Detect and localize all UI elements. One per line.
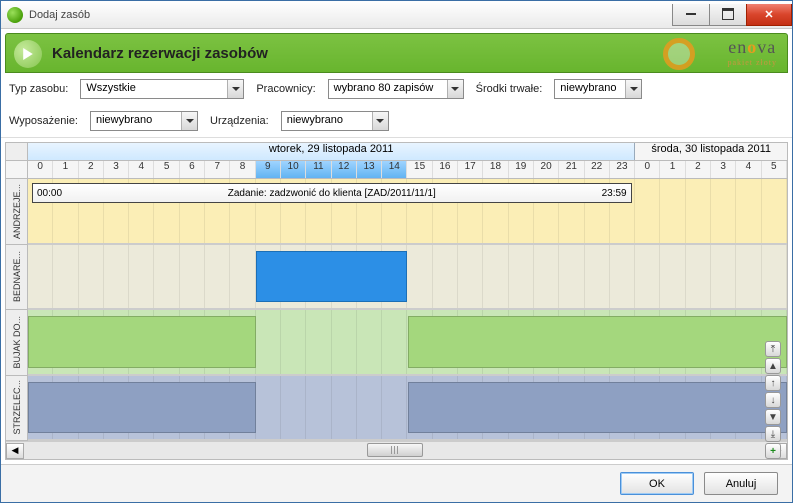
hour-cell[interactable]: 13 <box>357 161 382 178</box>
reservation-block[interactable] <box>256 251 408 303</box>
filter-bar: Typ zasobu: Wszystkie Pracownicy: wybran… <box>1 73 792 138</box>
add-button[interactable]: + <box>765 443 781 459</box>
day-header: wtorek, 29 listopada 2011 środa, 30 list… <box>6 143 787 161</box>
day2-label[interactable]: środa, 30 listopada 2011 <box>635 143 787 160</box>
reservation-block[interactable] <box>28 316 256 368</box>
hour-cell[interactable]: 22 <box>585 161 610 178</box>
calendar-row[interactable] <box>28 245 787 311</box>
close-button[interactable] <box>746 4 792 26</box>
hour-cell[interactable]: 20 <box>534 161 559 178</box>
h-scrollbar[interactable]: ◀ ▶ <box>6 441 787 459</box>
hour-cell[interactable]: 16 <box>433 161 458 178</box>
move-down-button[interactable]: ↓ <box>765 392 781 408</box>
hour-cell[interactable]: 1 <box>660 161 685 178</box>
ok-button[interactable]: OK <box>620 472 694 495</box>
side-controls: ⤒ ▲ ↑ ↓ ▼ ⤓ + − <box>765 341 781 460</box>
hour-cell[interactable]: 7 <box>205 161 230 178</box>
reservation-block[interactable] <box>408 316 788 368</box>
srodki-label: Środki trwałe: <box>476 83 543 95</box>
hour-cell[interactable]: 11 <box>306 161 331 178</box>
calendar-grid: wtorek, 29 listopada 2011 środa, 30 list… <box>5 142 788 460</box>
reservation-block[interactable] <box>408 382 788 434</box>
hour-cell[interactable]: 23 <box>610 161 635 178</box>
hour-cell[interactable]: 3 <box>711 161 736 178</box>
app-icon <box>7 7 23 23</box>
chevron-down-icon <box>181 112 197 130</box>
chevron-down-icon <box>625 80 641 98</box>
play-icon <box>14 40 42 68</box>
logo-ring-icon <box>663 38 695 70</box>
chevron-down-icon <box>447 80 463 98</box>
typ-label: Typ zasobu: <box>9 83 68 95</box>
hour-cell[interactable]: 15 <box>407 161 432 178</box>
scroll-left-button[interactable]: ◀ <box>6 443 24 459</box>
hour-cell[interactable]: 4 <box>736 161 761 178</box>
row-label-bujak[interactable]: BUJAK DO... <box>6 310 27 376</box>
scroll-up-button[interactable]: ▲ <box>765 358 781 374</box>
hour-header: 0123456789101112131415161718192021222301… <box>6 161 787 179</box>
urzadzenia-label: Urządzenia: <box>210 115 269 127</box>
row-label-bednar[interactable]: BEDNARE... <box>6 245 27 311</box>
hour-cell[interactable]: 0 <box>28 161 53 178</box>
hour-cell[interactable]: 17 <box>458 161 483 178</box>
scroll-down-button[interactable]: ▼ <box>765 409 781 425</box>
hour-cell[interactable]: 14 <box>382 161 407 178</box>
pracownicy-combo[interactable]: wybrano 80 zapisów <box>328 79 464 99</box>
hour-cell[interactable]: 18 <box>483 161 508 178</box>
day1-label[interactable]: wtorek, 29 listopada 2011 <box>28 143 635 160</box>
hour-cell[interactable]: 8 <box>230 161 255 178</box>
header-banner: Kalendarz rezerwacji zasobów enova pakie… <box>5 33 788 73</box>
scroll-thumb[interactable] <box>367 443 423 457</box>
hour-cell[interactable]: 10 <box>281 161 306 178</box>
chevron-down-icon <box>227 80 243 98</box>
urzadzenia-combo[interactable]: niewybrano <box>281 111 389 131</box>
hour-cell[interactable]: 2 <box>686 161 711 178</box>
cancel-button[interactable]: Anuluj <box>704 472 778 495</box>
calendar-row[interactable] <box>28 310 787 376</box>
footer: OK Anuluj <box>1 464 792 502</box>
hour-cell[interactable]: 12 <box>332 161 357 178</box>
chevron-down-icon <box>372 112 388 130</box>
titlebar: Dodaj zasób <box>1 1 792 29</box>
wyposazenie-label: Wyposażenie: <box>9 115 78 127</box>
hour-cell[interactable]: 21 <box>559 161 584 178</box>
hour-cell[interactable]: 3 <box>104 161 129 178</box>
hour-cell[interactable]: 5 <box>154 161 179 178</box>
calendar-row[interactable] <box>28 376 787 442</box>
window-title: Dodaj zasób <box>29 9 90 21</box>
move-up-button[interactable]: ↑ <box>765 375 781 391</box>
calendar-row[interactable]: 00:00Zadanie: zadzwonić do klienta [ZAD/… <box>28 179 787 245</box>
hour-cell[interactable]: 6 <box>180 161 205 178</box>
hour-cell[interactable]: 2 <box>79 161 104 178</box>
scroll-top-button[interactable]: ⤒ <box>765 341 781 357</box>
hour-cell[interactable]: 1 <box>53 161 78 178</box>
scroll-bottom-button[interactable]: ⤓ <box>765 426 781 442</box>
hour-cell[interactable]: 9 <box>256 161 281 178</box>
pracownicy-label: Pracownicy: <box>256 83 315 95</box>
reservation-block[interactable] <box>28 382 256 434</box>
brand-logo: enova pakiet złoty <box>727 37 777 67</box>
row-label-strzel[interactable]: STRZELEC... <box>6 376 27 442</box>
hour-cell[interactable]: 19 <box>509 161 534 178</box>
task-bar[interactable]: 00:00Zadanie: zadzwonić do klienta [ZAD/… <box>32 183 632 203</box>
srodki-combo[interactable]: niewybrano <box>554 79 642 99</box>
typ-combo[interactable]: Wszystkie <box>80 79 244 99</box>
maximize-button[interactable] <box>709 4 747 26</box>
hour-cell[interactable]: 5 <box>762 161 787 178</box>
row-label-andrzej[interactable]: ANDRZEJE... <box>6 179 27 245</box>
wyposazenie-combo[interactable]: niewybrano <box>90 111 198 131</box>
minimize-button[interactable] <box>672 4 710 26</box>
hour-cell[interactable]: 0 <box>635 161 660 178</box>
page-title: Kalendarz rezerwacji zasobów <box>52 45 268 62</box>
hour-cell[interactable]: 4 <box>129 161 154 178</box>
